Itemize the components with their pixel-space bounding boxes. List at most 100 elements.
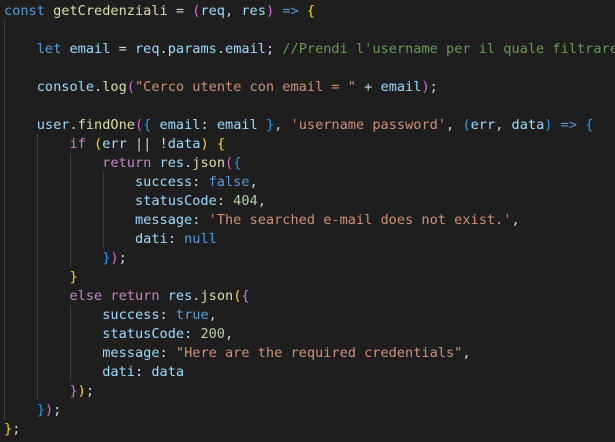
code-token: = bbox=[167, 3, 193, 19]
code-token: res bbox=[159, 155, 185, 171]
code-token: , bbox=[511, 212, 520, 228]
code-token: : bbox=[192, 174, 209, 190]
code-token: . bbox=[94, 79, 103, 95]
code-token: { bbox=[216, 136, 226, 152]
code-line: let email = req.params.email; //Prendi l… bbox=[4, 40, 615, 59]
code-token: : bbox=[159, 345, 176, 361]
code-token: . bbox=[159, 41, 168, 57]
code-token: ( bbox=[126, 79, 135, 95]
code-line: statusCode: 200, bbox=[4, 325, 233, 344]
code-token: || ! bbox=[126, 136, 168, 152]
code-token: { bbox=[241, 288, 250, 304]
code-token: err bbox=[470, 117, 496, 133]
code-token: 'username password' bbox=[290, 117, 447, 133]
code-token: } bbox=[4, 421, 13, 437]
code-token: ( bbox=[462, 117, 471, 133]
code-token: if bbox=[69, 136, 86, 152]
code-token: const bbox=[4, 3, 45, 19]
code-token: let bbox=[36, 41, 62, 57]
code-token: { bbox=[233, 155, 242, 171]
code-token: : bbox=[159, 307, 176, 323]
code-token: log bbox=[102, 79, 127, 95]
code-token: : bbox=[184, 326, 201, 342]
code-token: //Prendi l'username per il quale filtrar… bbox=[282, 41, 615, 57]
code-token: err bbox=[102, 136, 127, 152]
code-token: null bbox=[184, 231, 217, 247]
code-token: console bbox=[36, 79, 95, 95]
code-token: req bbox=[200, 3, 225, 19]
code-token: => bbox=[282, 3, 299, 19]
code-token: = bbox=[110, 41, 135, 57]
code-token: : bbox=[200, 117, 217, 133]
code-token: , bbox=[249, 174, 258, 190]
code-token: { bbox=[306, 3, 316, 19]
code-token: { bbox=[585, 117, 594, 133]
code-token: user bbox=[36, 117, 70, 133]
code-token: email bbox=[216, 117, 258, 133]
code-token: dati bbox=[134, 231, 168, 247]
code-token: , bbox=[495, 117, 512, 133]
code-line: }); bbox=[4, 249, 127, 268]
code-line: dati: data bbox=[4, 363, 184, 382]
code-token: "Cerco utente con email = " bbox=[134, 79, 356, 95]
code-token: ; bbox=[118, 250, 127, 266]
code-token: , bbox=[257, 193, 266, 209]
code-token: ; bbox=[53, 402, 62, 418]
code-line: message: 'The searched e-mail does not e… bbox=[4, 211, 520, 230]
code-editor[interactable]: const getCredenziali = ( req, res) => { l… bbox=[0, 0, 615, 442]
code-token: req bbox=[134, 41, 160, 57]
code-token: json bbox=[200, 288, 234, 304]
code-token: getCredenziali bbox=[53, 3, 168, 19]
code-token: 404 bbox=[233, 193, 258, 209]
code-line: statusCode: 404, bbox=[4, 192, 266, 211]
code-token: message bbox=[134, 212, 193, 228]
code-line: message: "Here are the required credenti… bbox=[4, 344, 470, 363]
code-token: ( bbox=[225, 155, 234, 171]
code-token: : bbox=[167, 231, 185, 247]
code-token: ( bbox=[94, 136, 103, 152]
code-token: res bbox=[167, 288, 193, 304]
code-token: json bbox=[192, 155, 226, 171]
code-token: ) bbox=[77, 383, 86, 399]
code-token: ) bbox=[421, 79, 430, 95]
code-token: } bbox=[36, 402, 45, 418]
code-token: . bbox=[216, 41, 226, 57]
code-token: . bbox=[69, 117, 78, 133]
code-line: console.log("Cerco utente con email = " … bbox=[4, 78, 438, 97]
code-token: findOne bbox=[77, 117, 135, 133]
code-token: dati bbox=[102, 364, 135, 380]
code-token: data bbox=[151, 364, 185, 380]
code-token: statusCode bbox=[102, 326, 185, 342]
code-token: email bbox=[69, 41, 111, 57]
code-token: } bbox=[69, 383, 78, 399]
code-line: } bbox=[4, 268, 77, 287]
code-line: }); bbox=[4, 401, 62, 420]
code-token: : bbox=[216, 193, 234, 209]
code-token: , bbox=[225, 3, 242, 19]
code-token: email bbox=[225, 41, 266, 57]
code-token: success bbox=[134, 174, 193, 190]
code-token: + bbox=[355, 79, 381, 95]
code-token: } bbox=[265, 117, 275, 133]
